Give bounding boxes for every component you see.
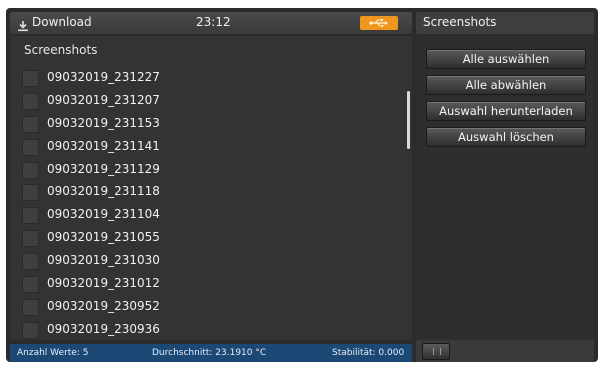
file-checkbox[interactable]	[22, 207, 39, 225]
list-item[interactable]: 09032019_231118	[10, 181, 390, 204]
file-checkbox[interactable]	[22, 184, 39, 202]
file-checkbox[interactable]	[22, 115, 39, 133]
stability-value: Stabilität: 0.000	[332, 348, 405, 358]
page-title: Download	[32, 15, 92, 29]
actions-panel: Alle auswählen Alle abwählen Auswahl her…	[416, 36, 594, 340]
clock: 23:12	[196, 15, 231, 29]
file-panel: Screenshots 09032019_231227 09032019_231…	[10, 36, 412, 340]
file-name: 09032019_230952	[47, 298, 160, 313]
select-all-button[interactable]: Alle auswählen	[426, 49, 586, 69]
file-name: 09032019_231118	[47, 184, 160, 199]
file-name: 09032019_231129	[47, 161, 160, 176]
list-item[interactable]: 09032019_231055	[10, 227, 390, 250]
file-name: 09032019_231141	[47, 138, 160, 153]
usb-icon	[369, 19, 388, 27]
list-item[interactable]: 09032019_230952	[10, 296, 390, 319]
list-item[interactable]: 09032019_231030	[10, 250, 390, 273]
download-selection-button[interactable]: Auswahl herunterladen	[426, 101, 586, 121]
actions-title: Screenshots	[423, 15, 497, 29]
usb-status-badge[interactable]	[360, 16, 398, 30]
list-item[interactable]: 09032019_231227	[10, 67, 390, 90]
list-item[interactable]: 09032019_231207	[10, 90, 390, 113]
status-bar: Anzahl Werte: 5 Durchschnitt: 23.1910 °C…	[10, 344, 412, 362]
grip-icon	[433, 348, 441, 355]
file-name: 09032019_231012	[47, 276, 160, 291]
average-value: Durchschnitt: 23.1910 °C	[152, 348, 267, 358]
file-panel-title: Screenshots	[24, 43, 98, 57]
list-item[interactable]: 09032019_231141	[10, 136, 390, 159]
device-screen: Download 23:12 Screenshots 09032019_2312…	[6, 8, 598, 362]
file-checkbox[interactable]	[22, 253, 39, 271]
file-checkbox[interactable]	[22, 138, 39, 156]
list-item[interactable]: 09032019_231012	[10, 273, 390, 296]
list-item[interactable]: 09032019_231153	[10, 113, 390, 136]
list-item[interactable]: 09032019_231129	[10, 159, 390, 182]
file-checkbox[interactable]	[22, 92, 39, 110]
file-name: 09032019_231227	[47, 70, 160, 84]
file-checkbox[interactable]	[22, 161, 39, 179]
delete-selection-button[interactable]: Auswahl löschen	[426, 127, 586, 147]
file-name: 09032019_231153	[47, 115, 160, 130]
list-item[interactable]: 09032019_230936	[10, 319, 390, 342]
scrollbar-thumb[interactable]	[407, 91, 410, 149]
actions-footer	[416, 340, 594, 362]
file-name: 09032019_231055	[47, 230, 160, 245]
list-item[interactable]: 09032019_231104	[10, 204, 390, 227]
file-name: 09032019_231030	[47, 253, 160, 268]
file-checkbox[interactable]	[22, 230, 39, 248]
file-checkbox[interactable]	[22, 321, 39, 339]
download-icon	[17, 17, 29, 32]
title-bar: Download 23:12	[10, 12, 412, 34]
deselect-all-button[interactable]: Alle abwählen	[426, 75, 586, 95]
file-name: 09032019_231104	[47, 207, 160, 222]
file-checkbox[interactable]	[22, 70, 39, 87]
file-name: 09032019_231207	[47, 92, 160, 107]
file-name: 09032019_230936	[47, 321, 160, 336]
actions-header: Screenshots	[416, 12, 594, 34]
menu-handle-button[interactable]	[422, 343, 450, 360]
file-checkbox[interactable]	[22, 298, 39, 316]
file-list: 09032019_231227 09032019_231207 09032019…	[10, 67, 390, 342]
value-count: Anzahl Werte: 5	[17, 348, 89, 358]
file-checkbox[interactable]	[22, 276, 39, 294]
